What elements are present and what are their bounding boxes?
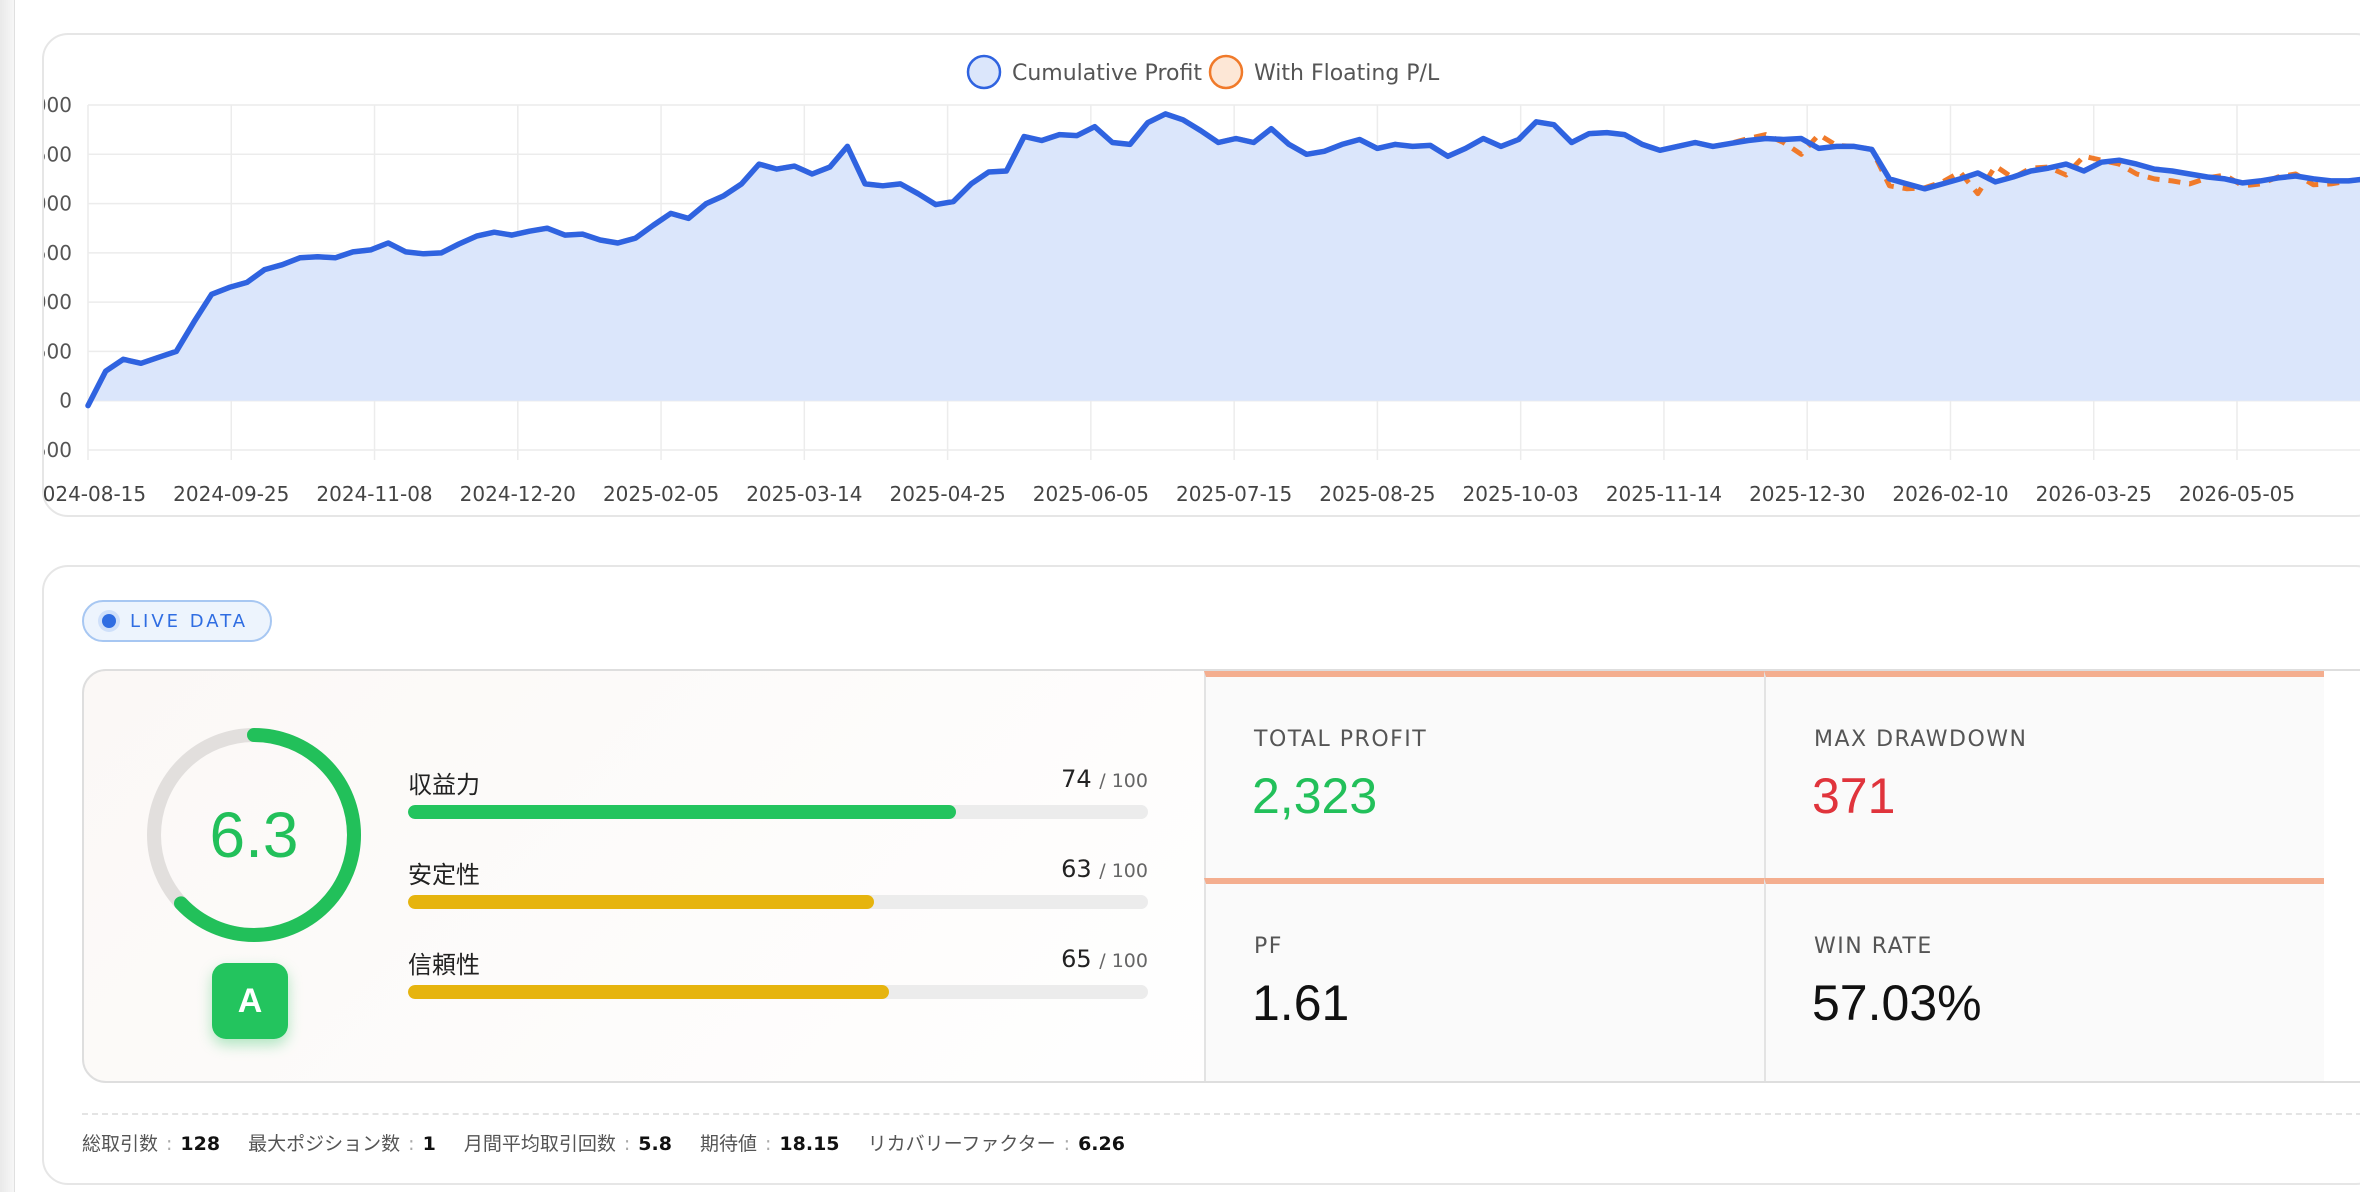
- y-tick-label: 3,000: [44, 93, 72, 117]
- score-panel: 6.3 A 収益力 74 / 100 安定性 63 / 100 信頼性 65 /…: [82, 669, 2360, 1083]
- legend-label: With Floating P/L: [1254, 61, 1440, 86]
- live-data-label: LIVE DATA: [130, 610, 249, 632]
- stat-label: 総取引数: [82, 1133, 159, 1155]
- x-tick-label: 2025-04-25: [889, 482, 1005, 506]
- metric-bar-track: [408, 895, 1148, 909]
- metric-score-max: / 100: [1099, 860, 1148, 882]
- metric-bar-fill: [408, 805, 956, 819]
- metric-label: 収益力: [408, 771, 480, 799]
- y-tick-label: 2,500: [44, 142, 72, 166]
- metric-score: 74 / 100: [1061, 765, 1148, 793]
- grade-badge: A: [212, 963, 288, 1039]
- x-tick-label: 2025-06-05: [1033, 482, 1149, 506]
- metric-score-value: 65: [1061, 945, 1092, 973]
- stat-value: 1: [422, 1133, 436, 1155]
- stat-value: 6.26: [1078, 1133, 1125, 1155]
- score-value: 6.3: [209, 799, 299, 871]
- metric-score: 65 / 100: [1061, 945, 1148, 973]
- x-tick-label: 2025-02-05: [603, 482, 719, 506]
- x-tick-label: 2025-08-25: [1319, 482, 1435, 506]
- kpi-label: TOTAL PROFIT: [1254, 727, 1428, 752]
- stat-label: 期待値: [699, 1133, 757, 1155]
- stat-separator: :: [623, 1133, 631, 1155]
- metric-score: 63 / 100: [1061, 855, 1148, 883]
- metric-bar-track: [408, 985, 1148, 999]
- stat-label: 最大ポジション数: [248, 1133, 401, 1155]
- kpi-label: MAX DRAWDOWN: [1814, 727, 2028, 752]
- kpi-value: 2,323: [1252, 768, 1378, 824]
- stat-value: 5.8: [638, 1133, 672, 1155]
- y-tick-label: 1,000: [44, 290, 72, 314]
- stats-card: LIVE DATA 6.3 A 収益力 74 / 100 安定性 63 / 10…: [42, 565, 2360, 1185]
- metric-score-max: / 100: [1099, 950, 1148, 972]
- x-axis-ticks: 2024-08-15 2024-09-25 2024-11-08 2024-12-20…: [44, 482, 2295, 506]
- y-tick-label: 500: [44, 339, 72, 363]
- kpi-label: WIN RATE: [1814, 934, 1933, 959]
- x-tick-label: 2026-02-10: [1892, 482, 2008, 506]
- x-tick-label: 2026-05-05: [2179, 482, 2295, 506]
- x-tick-label: 2025-10-03: [1463, 482, 1579, 506]
- x-tick-label: 2024-08-15: [44, 482, 146, 506]
- live-dot-icon: [102, 614, 116, 628]
- kpi-max-drawdown: MAX DRAWDOWN 371: [1764, 671, 2324, 878]
- metric-label: 安定性: [408, 861, 480, 889]
- x-tick-label: 2025-03-14: [746, 482, 862, 506]
- live-data-badge: LIVE DATA: [82, 600, 273, 642]
- cumulative-profit-area: [88, 113, 2360, 406]
- legend-swatch: [1208, 54, 1244, 90]
- stat-value: 18.15: [779, 1133, 840, 1155]
- legend-swatch: [966, 54, 1002, 90]
- stat-value: 128: [180, 1133, 221, 1155]
- y-tick-label: 0: [59, 389, 72, 413]
- stat-separator: :: [408, 1133, 415, 1155]
- kpi-label: PF: [1254, 934, 1283, 959]
- footer-stats: 総取引数:128 最大ポジション数:1 月間平均取引回数:5.8 期待値:18.…: [82, 1113, 2360, 1156]
- metric-bar-track: [408, 805, 1148, 819]
- metric-label: 信頼性: [408, 951, 480, 979]
- stat-label: 月間平均取引回数: [463, 1133, 616, 1155]
- legend-label: Cumulative Profit: [1012, 61, 1202, 86]
- profit-chart-card: 3,000 2,500 2,000 1,500 1,000 500 0 -500 2024-0…: [42, 33, 2360, 517]
- metric-score-value: 63: [1061, 855, 1092, 883]
- metric-score-value: 74: [1061, 765, 1092, 793]
- x-tick-label: 2024-09-25: [173, 482, 289, 506]
- stat-separator: :: [166, 1133, 173, 1155]
- x-tick-label: 2026-03-25: [2036, 482, 2152, 506]
- kpi-value: 1.61: [1252, 975, 1350, 1031]
- kpi-pf: PF 1.61: [1204, 878, 1764, 1081]
- y-tick-label: 1,500: [44, 241, 72, 265]
- x-tick-label: 2024-11-08: [316, 482, 432, 506]
- stat-label: リカバリーファクター: [867, 1133, 1056, 1155]
- y-tick-label: -500: [44, 438, 72, 462]
- y-axis-ticks: 3,000 2,500 2,000 1,500 1,000 500 0 -500: [44, 93, 72, 462]
- x-tick-label: 2024-12-20: [460, 482, 576, 506]
- profit-chart: 3,000 2,500 2,000 1,500 1,000 500 0 -500 2024-0…: [44, 54, 2360, 506]
- x-tick-label: 2025-07-15: [1176, 482, 1292, 506]
- stat-separator: :: [765, 1133, 772, 1155]
- kpi-total-profit: TOTAL PROFIT 2,323: [1204, 671, 1764, 878]
- chart-area: [88, 113, 2360, 406]
- x-tick-label: 2025-11-14: [1606, 482, 1722, 506]
- kpi-value: 371: [1812, 768, 1896, 824]
- metric-score-max: / 100: [1099, 770, 1148, 792]
- kpi-grid: TOTAL PROFIT 2,323 MAX DRAWDOWN 371 PF 1…: [1204, 671, 2360, 1081]
- metric-bar-fill: [408, 895, 875, 909]
- metric-bar-fill: [408, 985, 889, 999]
- chart-legend: Cumulative Profit With Floating P/L: [966, 54, 1440, 90]
- y-tick-label: 2,000: [44, 192, 72, 216]
- stat-separator: :: [1063, 1133, 1071, 1155]
- x-tick-label: 2025-12-30: [1749, 482, 1865, 506]
- left-scroll-rail: [0, 0, 15, 1192]
- score-summary: 6.3 A 収益力 74 / 100 安定性 63 / 100 信頼性 65 /…: [84, 671, 1206, 1081]
- kpi-win-rate: WIN RATE 57.03%: [1764, 878, 2324, 1081]
- kpi-value: 57.03%: [1812, 975, 1982, 1031]
